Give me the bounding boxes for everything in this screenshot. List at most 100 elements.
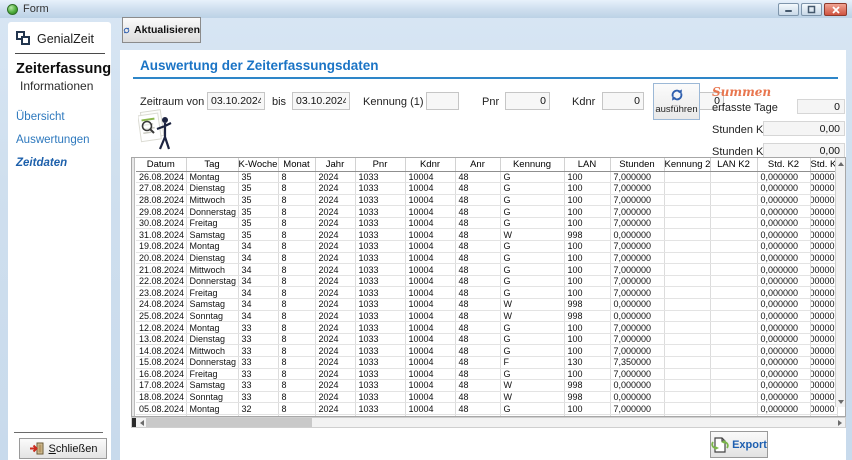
column-header[interactable]: Anr bbox=[455, 158, 500, 171]
table-cell: G bbox=[500, 264, 564, 276]
table-cell: 22.08.2024 bbox=[136, 275, 186, 287]
table-cell: W bbox=[500, 380, 564, 392]
close-window-button[interactable] bbox=[824, 3, 847, 16]
horizontal-scrollbar[interactable] bbox=[131, 417, 846, 428]
scroll-right-button[interactable] bbox=[834, 418, 845, 427]
maximize-button[interactable] bbox=[801, 3, 822, 16]
table-row[interactable]: 29.08.2024Donnerstag358202410331000448G1… bbox=[136, 206, 837, 218]
table-cell: 7,000000 bbox=[610, 345, 664, 357]
kennung-input[interactable] bbox=[426, 92, 459, 110]
table-row[interactable]: 19.08.2024Montag348202410331000448G1007,… bbox=[136, 241, 837, 253]
table-cell: 25.08.2024 bbox=[136, 310, 186, 322]
table-cell: 16.08.2024 bbox=[136, 368, 186, 380]
table-cell: Dienstag bbox=[186, 183, 238, 195]
table-cell: G bbox=[500, 403, 564, 415]
column-header[interactable]: Stunden bbox=[610, 158, 664, 171]
table-row[interactable]: 28.08.2024Mittwoch358202410331000448G100… bbox=[136, 194, 837, 206]
zeitraum-bis-input[interactable] bbox=[292, 92, 350, 110]
table-cell bbox=[710, 217, 757, 229]
column-header[interactable]: Kennung bbox=[500, 158, 564, 171]
app-window: Form GenialZeit Zeiterfassung Informatio… bbox=[0, 0, 852, 460]
column-header[interactable]: LAN K2 bbox=[710, 158, 757, 171]
table-cell: 0,000000 bbox=[757, 275, 810, 287]
stunden-k2-field[interactable] bbox=[763, 143, 845, 158]
table-cell: G bbox=[500, 252, 564, 264]
table-row[interactable]: 27.08.2024Dienstag358202410331000448G100… bbox=[136, 183, 837, 195]
stunden-k1-field[interactable] bbox=[763, 121, 845, 136]
table-cell: 8 bbox=[278, 368, 315, 380]
sidebar-item-uebersicht[interactable]: Übersicht bbox=[16, 111, 111, 123]
table-row[interactable]: 21.08.2024Mittwoch348202410331000448G100… bbox=[136, 264, 837, 276]
table-cell: Dienstag bbox=[186, 252, 238, 264]
column-header[interactable]: K-Woche bbox=[238, 158, 278, 171]
table-row[interactable]: 14.08.2024Mittwoch338202410331000448G100… bbox=[136, 345, 837, 357]
table-cell: 10004 bbox=[405, 391, 455, 403]
table-cell: 10004 bbox=[405, 264, 455, 276]
table-cell: 100 bbox=[564, 403, 610, 415]
erfasste-tage-field[interactable] bbox=[797, 99, 845, 114]
scroll-down-button[interactable] bbox=[836, 396, 846, 407]
table-row[interactable]: 18.08.2024Sonntag338202410331000448W9980… bbox=[136, 391, 837, 403]
vertical-scrollbar[interactable] bbox=[835, 158, 845, 407]
table-cell: 48 bbox=[455, 403, 500, 415]
refresh-button[interactable]: Aktualisieren bbox=[122, 17, 201, 43]
table-cell: Samstag bbox=[186, 299, 238, 311]
table-row[interactable]: 31.08.2024Samstag358202410331000448W9980… bbox=[136, 229, 837, 241]
hscroll-thumb[interactable] bbox=[146, 418, 312, 427]
table-cell: 1033 bbox=[355, 183, 405, 195]
close-app-button[interactable]: Schließen bbox=[19, 438, 107, 459]
table-row[interactable]: 12.08.2024Montag338202410331000448G1007,… bbox=[136, 322, 837, 334]
table-row[interactable]: 05.08.2024Montag328202410331000448G1007,… bbox=[136, 403, 837, 415]
table-cell: 33 bbox=[238, 380, 278, 392]
table-row[interactable]: 13.08.2024Dienstag338202410331000448G100… bbox=[136, 333, 837, 345]
table-cell bbox=[664, 252, 710, 264]
table-cell: 48 bbox=[455, 194, 500, 206]
table-cell bbox=[710, 357, 757, 369]
table-cell: 7,000000 bbox=[610, 264, 664, 276]
column-header[interactable]: Kdnr bbox=[405, 158, 455, 171]
table-cell: Donnerstag bbox=[186, 357, 238, 369]
table-cell: 48 bbox=[455, 368, 500, 380]
table-cell bbox=[664, 229, 710, 241]
table-cell bbox=[710, 310, 757, 322]
table-cell: 2024 bbox=[315, 368, 355, 380]
table-row[interactable]: 15.08.2024Donnerstag338202410331000448F1… bbox=[136, 357, 837, 369]
column-header[interactable]: Kennung 2 bbox=[664, 158, 710, 171]
table-row[interactable]: 26.08.2024Montag358202410331000448G1007,… bbox=[136, 171, 837, 183]
table-row[interactable]: 22.08.2024Donnerstag348202410331000448G1… bbox=[136, 275, 837, 287]
table-cell: 2024 bbox=[315, 264, 355, 276]
execute-button[interactable]: ausführen bbox=[653, 83, 700, 120]
table-cell: 1033 bbox=[355, 357, 405, 369]
sidebar-item-zeitdaten[interactable]: Zeitdaten bbox=[16, 157, 111, 169]
kdnr-input[interactable] bbox=[602, 92, 644, 110]
table-cell: 0,000000 bbox=[810, 229, 837, 241]
sidebar-item-auswertungen[interactable]: Auswertungen bbox=[16, 134, 111, 146]
table-row[interactable]: 20.08.2024Dienstag348202410331000448G100… bbox=[136, 252, 837, 264]
pnr-input[interactable] bbox=[505, 92, 550, 110]
table-row[interactable]: 24.08.2024Samstag348202410331000448W9980… bbox=[136, 299, 837, 311]
table-cell: 0,000000 bbox=[610, 380, 664, 392]
zeitraum-von-input[interactable] bbox=[207, 92, 265, 110]
column-header[interactable]: Std. K2 bbox=[757, 158, 810, 171]
column-header[interactable]: LAN bbox=[564, 158, 610, 171]
table-row[interactable]: 17.08.2024Samstag338202410331000448W9980… bbox=[136, 380, 837, 392]
column-header[interactable]: Pnr bbox=[355, 158, 405, 171]
column-header[interactable]: Datum bbox=[136, 158, 186, 171]
column-header[interactable]: Jahr bbox=[315, 158, 355, 171]
scroll-up-button[interactable] bbox=[836, 158, 846, 169]
column-header[interactable]: Tag bbox=[186, 158, 238, 171]
column-header[interactable]: Std. Ku bbox=[810, 158, 837, 171]
export-button[interactable]: Export bbox=[710, 431, 768, 458]
column-header[interactable]: Monat bbox=[278, 158, 315, 171]
table-cell: Montag bbox=[186, 322, 238, 334]
table-row[interactable]: 25.08.2024Sonntag348202410331000448W9980… bbox=[136, 310, 837, 322]
table-cell: 2024 bbox=[315, 391, 355, 403]
table-cell bbox=[710, 333, 757, 345]
table-cell: 10004 bbox=[405, 299, 455, 311]
table-row[interactable]: 23.08.2024Freitag348202410331000448G1007… bbox=[136, 287, 837, 299]
table-row[interactable]: 16.08.2024Freitag338202410331000448G1007… bbox=[136, 368, 837, 380]
table-cell bbox=[664, 275, 710, 287]
table-row[interactable]: 30.08.2024Freitag358202410331000448G1007… bbox=[136, 217, 837, 229]
minimize-button[interactable] bbox=[778, 3, 799, 16]
table-cell: 8 bbox=[278, 403, 315, 415]
